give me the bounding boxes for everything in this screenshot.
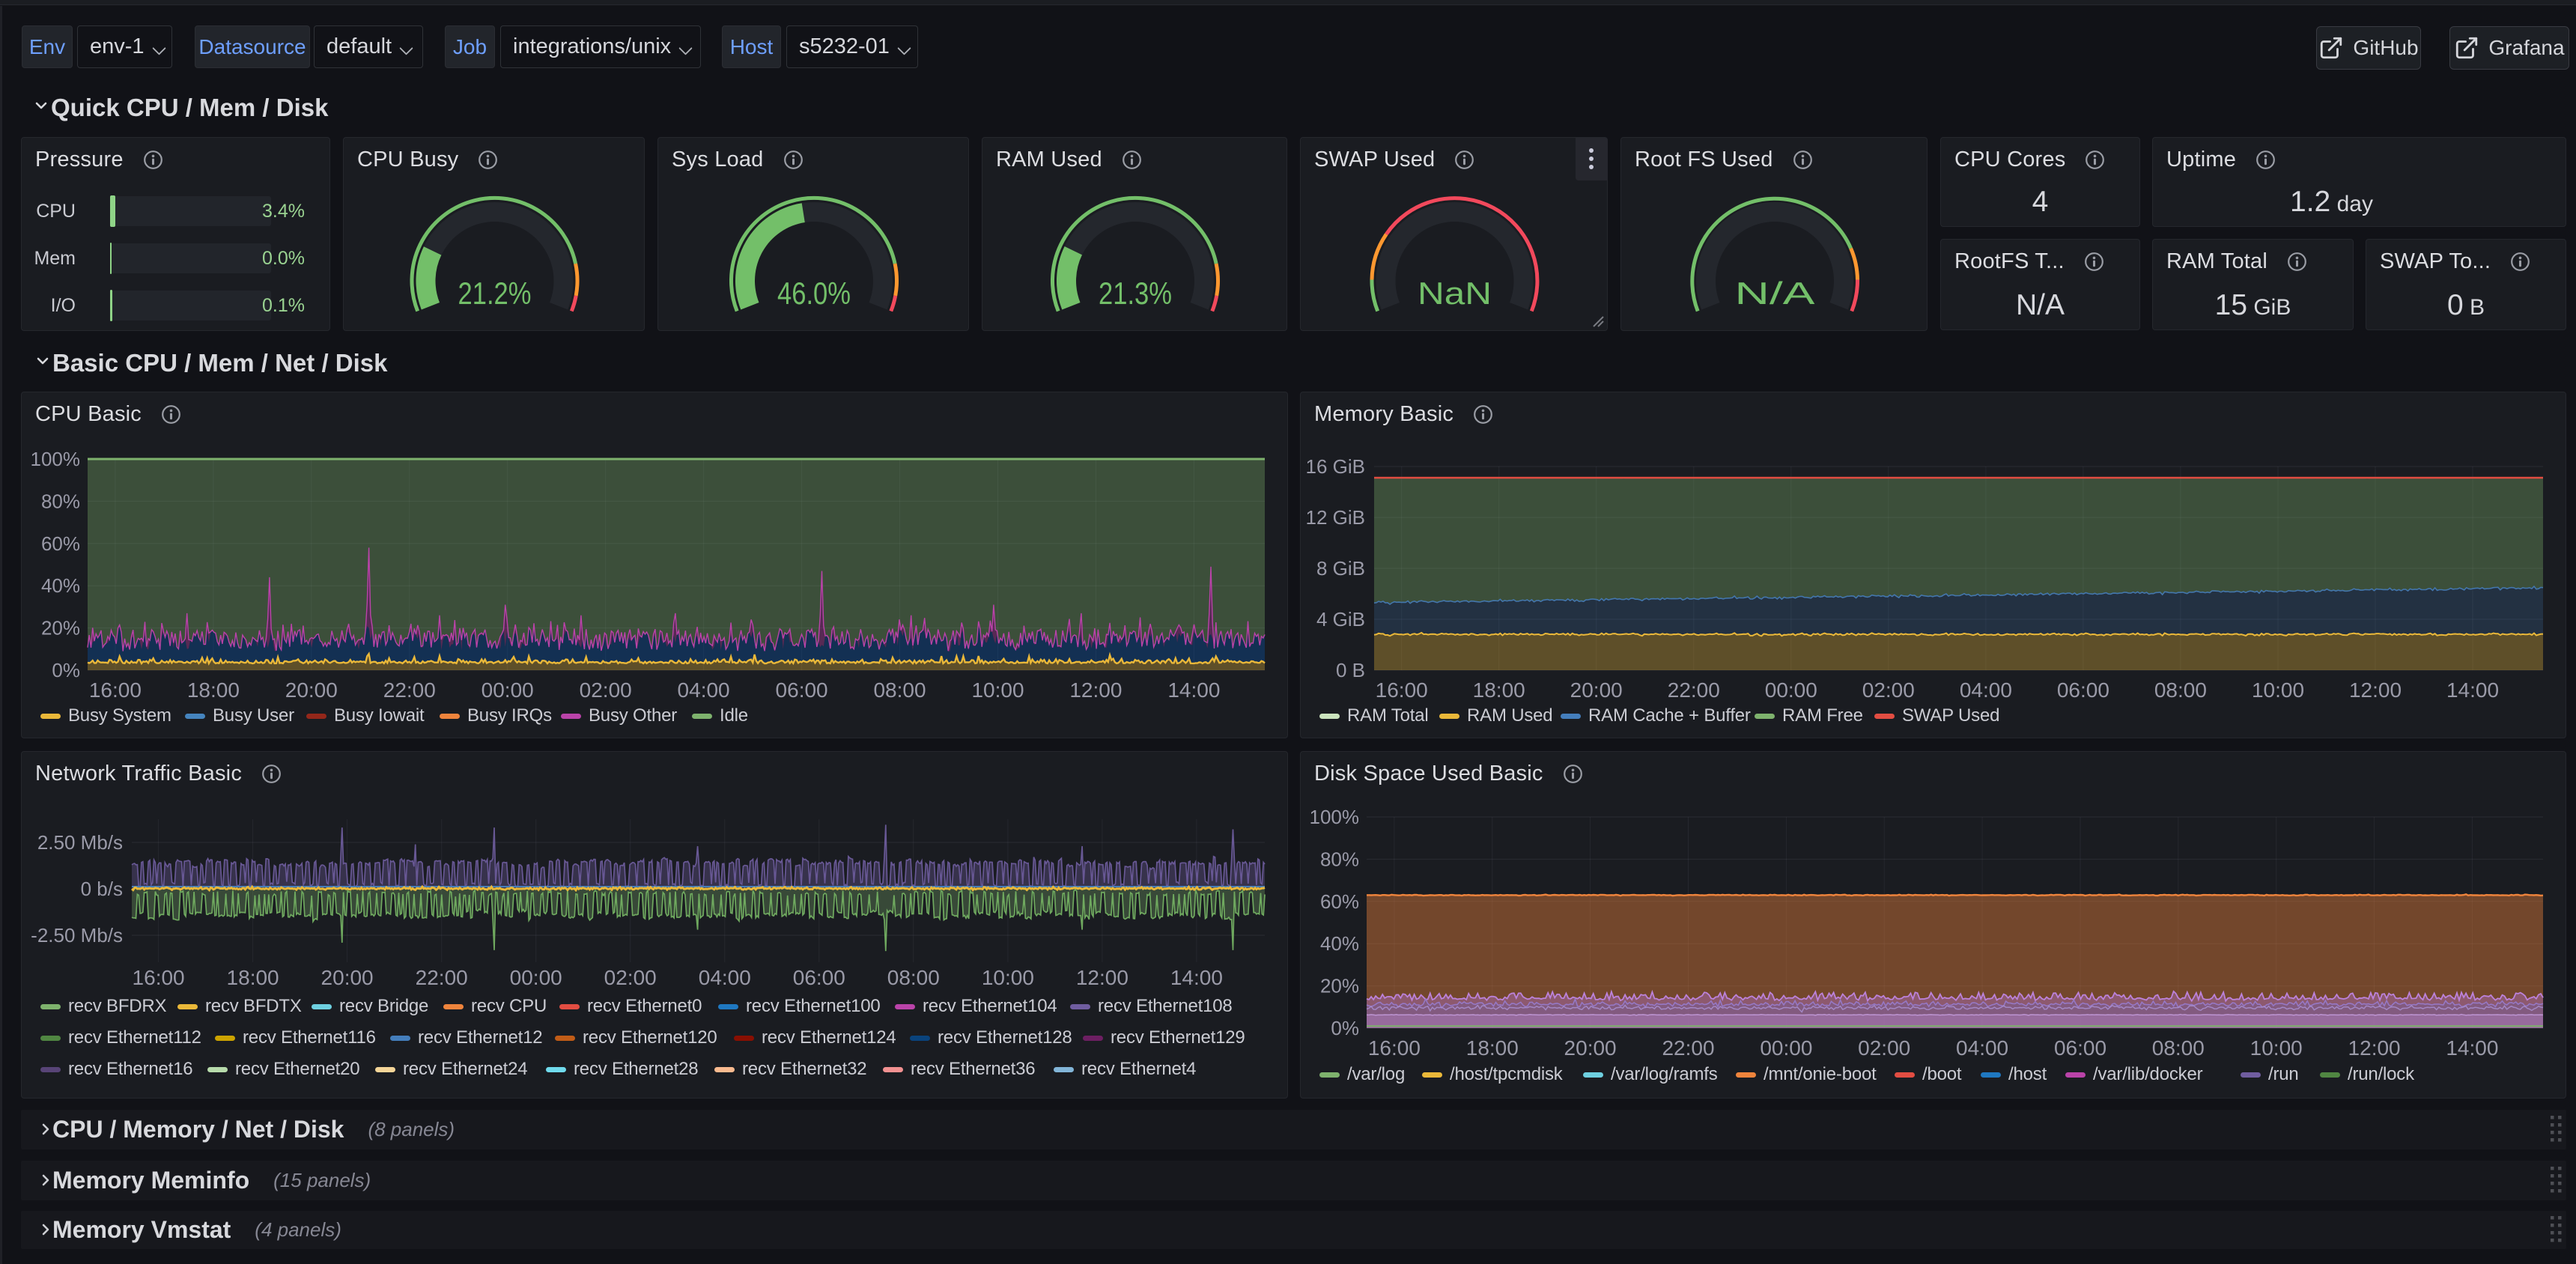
svg-text:16:00: 16:00 (89, 678, 142, 702)
svg-text:22:00: 22:00 (416, 966, 468, 989)
svg-text:08:00: 08:00 (2152, 1036, 2205, 1060)
svg-text:12 GiB: 12 GiB (1306, 506, 1366, 529)
svg-text:14:00: 14:00 (1167, 678, 1220, 702)
svg-text:100%: 100% (1310, 806, 1360, 828)
svg-text:20:00: 20:00 (1570, 678, 1623, 702)
svg-text:22:00: 22:00 (1662, 1036, 1714, 1060)
svg-text:21.2%: 21.2% (458, 276, 532, 311)
svg-text:04:00: 04:00 (1956, 1036, 2008, 1060)
svg-text:14:00: 14:00 (1170, 966, 1223, 989)
svg-text:-2.50 Mb/s: -2.50 Mb/s (31, 924, 123, 947)
svg-text:08:00: 08:00 (887, 966, 940, 989)
svg-text:0 b/s: 0 b/s (81, 878, 123, 900)
svg-text:0%: 0% (52, 659, 80, 681)
svg-text:60%: 60% (1320, 890, 1359, 913)
svg-text:46.0%: 46.0% (777, 276, 851, 311)
svg-text:21.3%: 21.3% (1099, 276, 1172, 311)
svg-text:00:00: 00:00 (1765, 678, 1817, 702)
svg-text:04:00: 04:00 (678, 678, 730, 702)
svg-text:22:00: 22:00 (1668, 678, 1720, 702)
svg-text:NaN: NaN (1418, 276, 1492, 311)
svg-text:02:00: 02:00 (604, 966, 657, 989)
svg-text:40%: 40% (1320, 932, 1359, 955)
svg-text:00:00: 00:00 (1760, 1036, 1812, 1060)
svg-text:00:00: 00:00 (510, 966, 562, 989)
svg-text:04:00: 04:00 (1960, 678, 2012, 702)
svg-text:80%: 80% (41, 490, 80, 512)
svg-text:02:00: 02:00 (1862, 678, 1915, 702)
svg-text:8 GiB: 8 GiB (1316, 557, 1365, 580)
svg-text:4 GiB: 4 GiB (1316, 608, 1365, 631)
svg-text:N/A: N/A (1735, 276, 1815, 311)
svg-text:2.50 Mb/s: 2.50 Mb/s (37, 831, 123, 854)
svg-text:10:00: 10:00 (2250, 1036, 2303, 1060)
svg-text:10:00: 10:00 (971, 678, 1024, 702)
svg-text:04:00: 04:00 (699, 966, 751, 989)
svg-text:10:00: 10:00 (982, 966, 1034, 989)
svg-text:12:00: 12:00 (1076, 966, 1128, 989)
svg-text:00:00: 00:00 (482, 678, 534, 702)
svg-text:20:00: 20:00 (285, 678, 338, 702)
svg-text:12:00: 12:00 (2349, 678, 2402, 702)
svg-text:0%: 0% (1331, 1017, 1359, 1039)
svg-text:08:00: 08:00 (873, 678, 926, 702)
svg-text:06:00: 06:00 (793, 966, 845, 989)
svg-text:40%: 40% (41, 574, 80, 597)
svg-text:18:00: 18:00 (1473, 678, 1525, 702)
svg-text:08:00: 08:00 (2154, 678, 2207, 702)
svg-text:20%: 20% (1320, 975, 1359, 997)
svg-text:06:00: 06:00 (2057, 678, 2109, 702)
svg-text:20%: 20% (41, 617, 80, 639)
svg-text:16:00: 16:00 (133, 966, 185, 989)
svg-text:12:00: 12:00 (1069, 678, 1122, 702)
svg-text:16:00: 16:00 (1376, 678, 1428, 702)
svg-text:18:00: 18:00 (227, 966, 279, 989)
svg-text:80%: 80% (1320, 848, 1359, 870)
svg-text:12:00: 12:00 (2348, 1036, 2401, 1060)
svg-text:06:00: 06:00 (776, 678, 828, 702)
svg-text:10:00: 10:00 (2252, 678, 2304, 702)
svg-text:16 GiB: 16 GiB (1306, 455, 1366, 478)
svg-text:20:00: 20:00 (321, 966, 374, 989)
svg-text:02:00: 02:00 (580, 678, 632, 702)
svg-text:100%: 100% (31, 448, 81, 470)
svg-text:0 B: 0 B (1336, 659, 1365, 681)
svg-text:06:00: 06:00 (2054, 1036, 2106, 1060)
svg-text:18:00: 18:00 (187, 678, 240, 702)
svg-text:20:00: 20:00 (1564, 1036, 1617, 1060)
svg-text:60%: 60% (41, 532, 80, 555)
svg-text:14:00: 14:00 (2446, 678, 2499, 702)
svg-text:02:00: 02:00 (1858, 1036, 1910, 1060)
svg-text:18:00: 18:00 (1466, 1036, 1519, 1060)
svg-text:14:00: 14:00 (2446, 1036, 2498, 1060)
svg-text:16:00: 16:00 (1368, 1036, 1421, 1060)
svg-text:22:00: 22:00 (383, 678, 436, 702)
